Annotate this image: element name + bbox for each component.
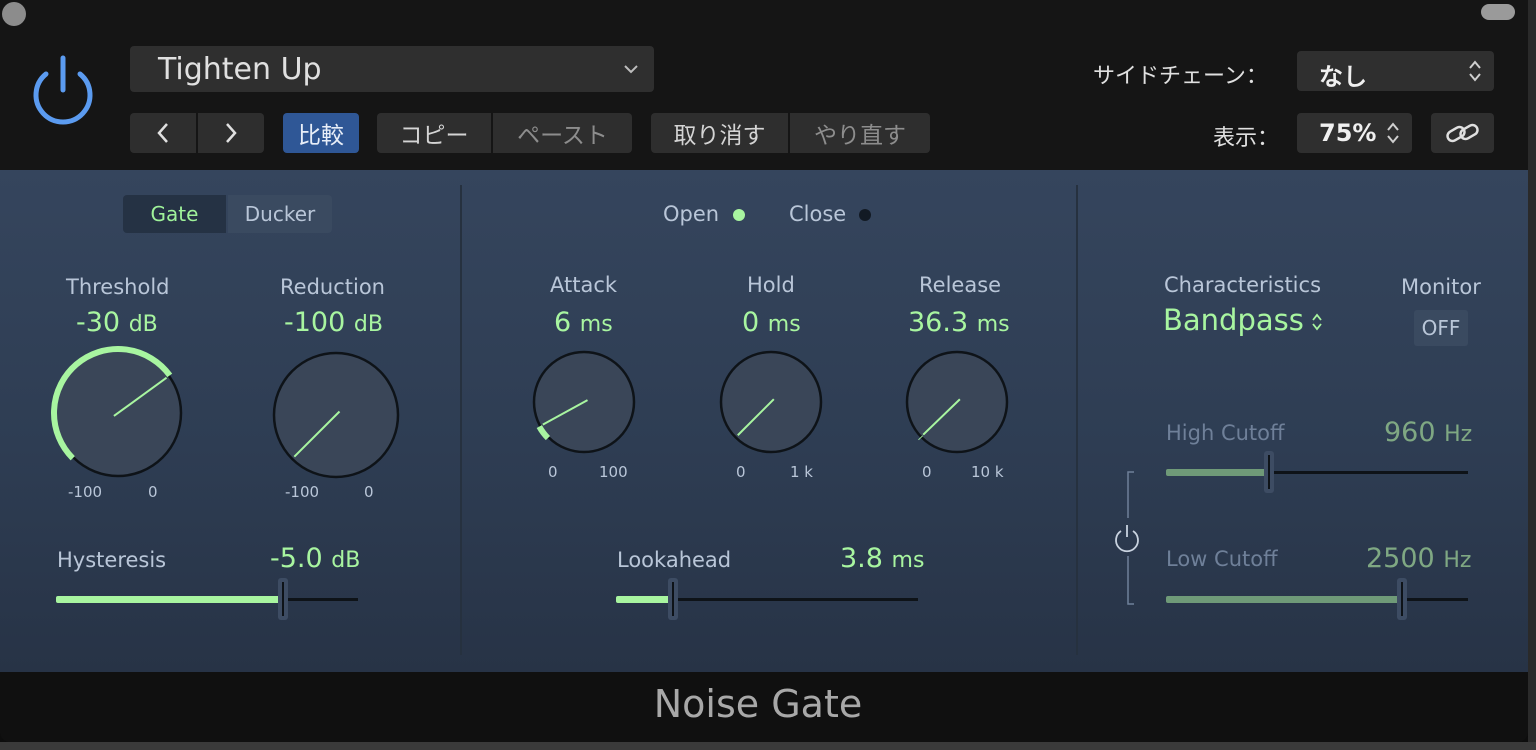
paste-button[interactable]: ペースト (493, 113, 632, 153)
threshold-max-label: 0 (148, 483, 158, 501)
threshold-knob[interactable] (48, 343, 188, 483)
copy-button[interactable]: コピー (377, 113, 491, 153)
attack-knob[interactable] (527, 345, 641, 459)
link-icon (1446, 123, 1479, 143)
characteristics-select[interactable]: Bandpass (1163, 303, 1322, 337)
up-down-arrows-icon (1469, 60, 1481, 82)
hysteresis-slider-thumb[interactable] (278, 578, 288, 620)
high-cutoff-slider-fill (1166, 469, 1269, 476)
open-indicator-label: Open (663, 202, 720, 226)
section-divider (1076, 185, 1078, 655)
close-indicator-led (859, 209, 871, 221)
characteristics-label: Characteristics (1164, 273, 1322, 297)
threshold-label: Threshold (66, 275, 170, 299)
lookahead-slider-thumb[interactable] (668, 578, 678, 620)
hold-value: 0 ms (742, 307, 801, 338)
low-cutoff-label: Low Cutoff (1166, 547, 1278, 571)
sidechain-value: なし (1319, 63, 1367, 91)
sidechain-label: サイドチェーン： (1093, 64, 1268, 89)
plugin-header: Tighten Up 比較 コピー ペースト 取り消す やり直す サイドチェーン… (0, 0, 1528, 170)
link-button[interactable] (1431, 113, 1494, 153)
attack-label: Attack (550, 273, 618, 297)
view-zoom-select[interactable]: 75% (1297, 113, 1412, 153)
sidechain-select[interactable]: なし (1297, 51, 1494, 91)
up-down-arrows-icon (1387, 122, 1399, 144)
threshold-min-label: -100 (68, 483, 103, 501)
controls-panel: Gate Ducker Open Close Threshold -30 dB … (0, 170, 1528, 672)
chevron-left-icon (157, 123, 168, 143)
filter-power-icon[interactable] (1113, 523, 1141, 553)
reduction-min-label: -100 (285, 483, 320, 501)
compare-button[interactable]: 比較 (283, 113, 359, 153)
window-close-button[interactable] (2, 2, 26, 26)
release-label: Release (919, 273, 1002, 297)
hold-label: Hold (747, 273, 795, 297)
up-down-arrows-icon (1312, 313, 1322, 331)
high-cutoff-label: High Cutoff (1166, 421, 1285, 445)
reduction-max-label: 0 (364, 483, 374, 501)
redo-button[interactable]: やり直す (790, 113, 930, 153)
open-indicator-led (733, 209, 745, 221)
high-cutoff-slider-thumb[interactable] (1264, 451, 1274, 493)
release-knob[interactable] (900, 345, 1014, 459)
next-preset-button[interactable] (198, 113, 264, 153)
hold-max-label: 1 k (790, 463, 813, 481)
hold-min-label: 0 (736, 463, 746, 481)
power-icon[interactable] (24, 52, 102, 130)
hold-knob[interactable] (714, 345, 828, 459)
low-cutoff-slider-thumb[interactable] (1397, 578, 1407, 620)
lookahead-value: 3.8 ms (840, 543, 925, 574)
hysteresis-slider-fill (56, 596, 283, 603)
section-divider (460, 185, 462, 655)
window-collapse-button[interactable] (1481, 4, 1515, 20)
monitor-label: Monitor (1401, 275, 1481, 299)
attack-min-label: 0 (548, 463, 558, 481)
reduction-label: Reduction (280, 275, 385, 299)
characteristics-value: Bandpass (1163, 303, 1304, 337)
view-zoom-value: 75% (1319, 119, 1377, 147)
low-cutoff-slider-fill (1166, 596, 1402, 603)
preset-dropdown[interactable]: Tighten Up (130, 46, 654, 92)
high-cutoff-value: 960 Hz (1384, 417, 1473, 448)
monitor-toggle[interactable]: OFF (1414, 310, 1468, 346)
release-max-label: 10 k (971, 463, 1004, 481)
plugin-name: Noise Gate (653, 682, 863, 726)
preset-name: Tighten Up (158, 52, 322, 87)
undo-button[interactable]: 取り消す (651, 113, 788, 153)
window-edge (1528, 0, 1536, 750)
lookahead-slider-fill (616, 596, 673, 603)
mode-ducker-button[interactable]: Ducker (228, 195, 332, 233)
attack-max-label: 100 (599, 463, 628, 481)
reduction-value: -100 dB (284, 307, 383, 338)
threshold-value: -30 dB (76, 307, 158, 338)
view-label: 表示： (1213, 126, 1280, 151)
knob-value-arc (918, 435, 924, 441)
release-value: 36.3 ms (908, 307, 1010, 338)
mode-gate-button[interactable]: Gate (123, 195, 226, 233)
chevron-down-icon (624, 65, 638, 74)
release-min-label: 0 (922, 463, 932, 481)
plugin-window: Tighten Up 比較 コピー ペースト 取り消す やり直す サイドチェーン… (0, 0, 1528, 742)
reduction-knob[interactable] (266, 345, 406, 485)
plugin-footer: Noise Gate (0, 672, 1528, 742)
hysteresis-value: -5.0 dB (270, 543, 361, 574)
attack-value: 6 ms (554, 307, 613, 338)
hysteresis-label: Hysteresis (57, 548, 167, 572)
chevron-right-icon (226, 123, 237, 143)
lookahead-label: Lookahead (617, 548, 732, 572)
prev-preset-button[interactable] (130, 113, 196, 153)
low-cutoff-value: 2500 Hz (1366, 543, 1472, 574)
window-edge (0, 742, 1536, 750)
close-indicator-label: Close (789, 202, 847, 226)
